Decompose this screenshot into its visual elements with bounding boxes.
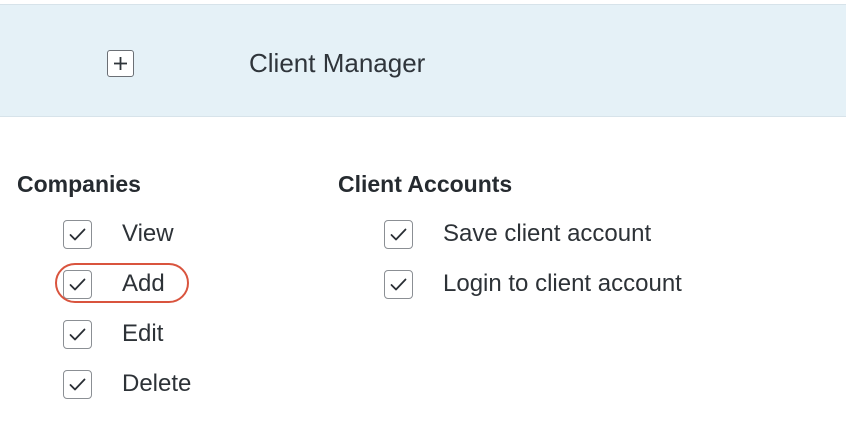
checkmark-icon (390, 228, 407, 240)
permission-label: Delete (122, 370, 192, 397)
checkmark-icon (69, 278, 86, 290)
permission-login-to-client-account[interactable]: Login to client account (384, 269, 682, 299)
checkbox[interactable] (384, 219, 413, 249)
expand-button[interactable] (107, 50, 134, 77)
permission-label: View (122, 220, 174, 247)
checkmark-icon (69, 378, 86, 390)
permissions-panel: Client Manager Companies View Add Edit D… (0, 0, 846, 434)
permission-label: Save client account (443, 220, 652, 247)
checkbox[interactable] (63, 269, 92, 299)
permission-save-client-account[interactable]: Save client account (384, 219, 651, 249)
checkbox[interactable] (63, 319, 92, 349)
group-title: Client Manager (249, 48, 426, 78)
checkbox[interactable] (63, 369, 92, 399)
permission-companies-edit[interactable]: Edit (63, 319, 163, 349)
checkmark-icon (390, 278, 407, 290)
permission-companies-delete[interactable]: Delete (63, 369, 191, 399)
permission-label: Add (122, 270, 165, 297)
permission-label: Login to client account (443, 270, 682, 297)
permission-companies-add[interactable]: Add (63, 269, 165, 299)
checkmark-icon (69, 328, 86, 340)
permission-companies-view[interactable]: View (63, 219, 174, 249)
checkmark-icon (69, 228, 86, 240)
plus-icon (114, 57, 127, 70)
section-title-companies: Companies (17, 171, 141, 197)
group-header: Client Manager (0, 4, 846, 117)
checkbox[interactable] (63, 219, 92, 249)
permission-label: Edit (122, 320, 164, 347)
checkbox[interactable] (384, 269, 413, 299)
section-title-client-accounts: Client Accounts (338, 171, 513, 197)
